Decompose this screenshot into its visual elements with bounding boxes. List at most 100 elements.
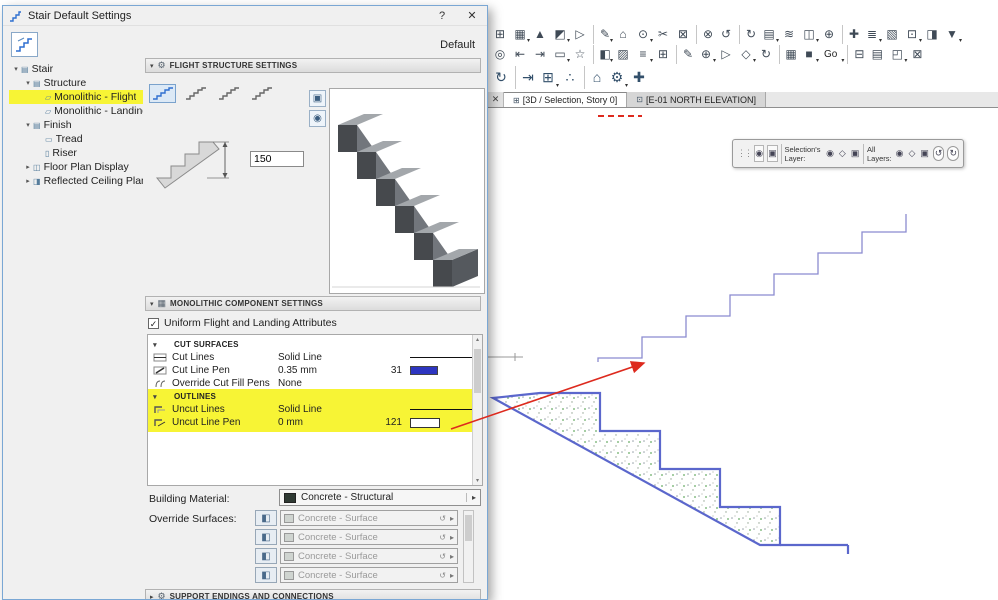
tree-item[interactable]: ▸ ◫ Floor Plan Display — [9, 160, 143, 174]
surface-face-icon[interactable]: ◧ — [255, 510, 277, 526]
surface-dropdown[interactable]: Concrete - Surface ↺ ▸ — [280, 529, 458, 545]
toolbar-icon[interactable]: ▤▾ — [759, 25, 779, 44]
tree-expand-icon[interactable]: ▾ — [11, 65, 21, 73]
tree-expand-icon[interactable]: ▸ — [23, 177, 33, 185]
uncut-lines-row[interactable]: Uncut Lines Solid Line — [148, 403, 482, 416]
stair-3d-preview[interactable] — [329, 88, 485, 294]
surface-face-icon[interactable]: ◧ — [255, 548, 277, 564]
toolbar-icon[interactable]: ◨▾ — [922, 25, 942, 44]
tree-expand-icon[interactable]: ▾ — [23, 121, 33, 129]
toolbar-icon[interactable]: ▭ ▾ — [550, 45, 570, 64]
stair-elevation-drawing[interactable] — [488, 108, 998, 600]
toolbar-icon[interactable]: ≋▾ — [779, 25, 799, 44]
tree-expand-icon[interactable]: ▾ — [23, 79, 33, 87]
monolithic-section-header[interactable]: ▾ ▦ MONOLITHIC COMPONENT SETTINGS — [145, 296, 481, 311]
toolbar-icon[interactable]: ✎▾ — [676, 44, 696, 64]
eye-icon[interactable]: ◉ — [826, 148, 834, 159]
structure-type-button[interactable] — [248, 84, 275, 103]
structure-type-button[interactable] — [182, 84, 209, 103]
support-endings-section-header[interactable]: ▸ ⚙ SUPPORT ENDINGS AND CONNECTIONS — [145, 589, 481, 599]
tree-item[interactable]: ▱ Monolithic - Landing — [9, 104, 143, 118]
pen-color-swatch[interactable] — [410, 417, 440, 428]
cut-line-pen-row[interactable]: Cut Line Pen 0.35 mm 31 — [148, 364, 472, 377]
uncut-line-pen-row[interactable]: Uncut Line Pen 0 mm 121 — [148, 416, 472, 429]
tree-item[interactable]: ▸ ◨ Reflected Ceiling Plan — [9, 174, 143, 188]
reset-icon[interactable]: ↺ — [439, 533, 446, 542]
scroll-thumb[interactable] — [474, 349, 481, 393]
display-mode-icon[interactable]: ▣ — [309, 90, 326, 107]
tree-item[interactable]: ▾ ▤ Finish — [9, 118, 143, 132]
tree-item[interactable]: ▯ Riser — [9, 146, 143, 160]
tree-expand-icon[interactable]: ▸ — [23, 163, 33, 171]
toolbar-icon[interactable]: ▦▾ — [510, 25, 530, 44]
override-cut-fill-pens-row[interactable]: Override Cut Fill Pens None — [148, 377, 472, 390]
toolbar-icon[interactable]: ✂▾ — [653, 25, 673, 44]
list-scrollbar[interactable]: ▴ ▾ — [472, 335, 482, 485]
toolbar-icon[interactable]: ⊟▾ — [847, 44, 867, 64]
toolbar-icon[interactable]: ▤▾ — [867, 45, 887, 64]
fill-icon[interactable]: ◇ — [839, 148, 846, 159]
toolbar-icon[interactable]: ⊠▾ — [673, 25, 693, 44]
toolbar-icon[interactable]: ⌂▾ — [613, 25, 633, 44]
toolbar-icon[interactable]: ⊞▾ — [490, 25, 510, 44]
toolbar-icon[interactable]: ⊡ ▾ — [902, 25, 922, 44]
scroll-up-icon[interactable]: ▴ — [473, 336, 482, 343]
dialog-titlebar[interactable]: Stair Default Settings ? ✕ — [3, 6, 487, 26]
toolbar-icon[interactable]: ◰ ▾ — [887, 45, 908, 64]
toolbar-icon[interactable]: ↻▾ — [756, 45, 776, 64]
toolbar-icon[interactable]: ▨▾ — [613, 45, 633, 64]
structure-type-button[interactable] — [149, 84, 176, 103]
toolbar-icon[interactable]: ▷▾ — [570, 25, 590, 44]
orbit-3d-icon[interactable]: ◉ — [309, 110, 326, 127]
toolbar-icon[interactable]: Go ▾ — [819, 45, 844, 64]
toolbar-icon[interactable]: ☆▾ — [570, 45, 590, 64]
riser-height-input[interactable] — [250, 151, 304, 167]
toolbar-icon[interactable]: ▼ ▾ — [942, 25, 962, 44]
toolbar-icon[interactable]: ■ ▾ — [799, 45, 819, 64]
flight-structure-section-header[interactable]: ▾ ⚙ FLIGHT STRUCTURE SETTINGS — [145, 58, 481, 73]
panel-grip-handle[interactable]: ⋮⋮ — [737, 148, 753, 159]
building-material-dropdown[interactable]: Concrete - Structural ▸ — [279, 489, 481, 506]
toolbar-icon[interactable]: ◫ ▾ — [799, 25, 819, 44]
fill-icon[interactable]: ◇ — [908, 148, 915, 159]
toolbar-icon[interactable]: ↺▾ — [716, 25, 736, 44]
surface-dropdown[interactable]: Concrete - Surface ↺ ▸ — [280, 510, 458, 526]
toolbar-icon[interactable]: ✚▾ — [842, 24, 862, 44]
cut-surfaces-header[interactable]: ▾ CUT SURFACES — [148, 338, 472, 351]
toolbar-icon[interactable]: ⇥▾ — [530, 45, 550, 64]
structure-type-button[interactable] — [215, 84, 242, 103]
show-layer-button[interactable]: ◉ — [754, 145, 765, 162]
outlines-header[interactable]: ▾ OUTLINES — [148, 390, 472, 403]
close-button[interactable]: ✕ — [457, 6, 487, 26]
toolbar-icon[interactable]: ↻▾ — [490, 66, 512, 89]
toolbar-icon[interactable]: ⚙ ▾ — [606, 66, 628, 89]
view-tab[interactable]: ⊡ [E-01 NORTH ELEVATION] — [627, 92, 766, 107]
toolbar-icon[interactable]: ≣ ▾ — [862, 25, 882, 44]
toolbar-icon[interactable]: ▦▾ — [779, 44, 799, 64]
reset-icon[interactable]: ↺ — [439, 552, 446, 561]
toolbar-icon[interactable]: ⇥▾ — [515, 65, 537, 89]
toolbar-icon[interactable]: ⊞▾ — [653, 45, 673, 64]
toolbar-icon[interactable]: ∴▾ — [559, 66, 581, 89]
toolbar-icon[interactable]: ↻▾ — [739, 24, 759, 44]
toolbar-icon[interactable]: ⇤▾ — [510, 45, 530, 64]
lock-icon[interactable]: ▣ — [851, 148, 860, 159]
surface-face-icon[interactable]: ◧ — [255, 567, 277, 583]
toolbar-icon[interactable]: ◧ ▾ — [593, 44, 613, 64]
tree-item[interactable]: ▭ Tread — [9, 132, 143, 146]
tree-item[interactable]: ▾ ▤ Structure — [9, 76, 143, 90]
uniform-checkbox[interactable]: ✓ — [148, 317, 159, 329]
toolbar-icon[interactable]: ▲▾ — [530, 25, 550, 44]
toolbar-icon[interactable]: ▷▾ — [716, 45, 736, 64]
toolbar-icon[interactable]: ✎▾ — [593, 24, 613, 44]
tree-item[interactable]: ▱ Monolithic - Flight — [9, 90, 143, 104]
tab-close-icon[interactable]: ✕ — [488, 92, 504, 107]
toolbar-icon[interactable]: ⊗▾ — [696, 24, 716, 44]
reset-icon[interactable]: ↺ — [439, 571, 446, 580]
view-tab[interactable]: ⊞ [3D / Selection, Story 0] — [504, 92, 628, 107]
toolbar-icon[interactable]: ⌂▾ — [584, 65, 606, 89]
toolbar-icon[interactable]: ⊞▾ — [537, 66, 559, 89]
tree-item[interactable]: ▾ ▤ Stair — [9, 62, 143, 76]
toolbar-icon[interactable]: ✚▾ — [628, 66, 650, 89]
toolbar-icon[interactable]: ⊕▾ — [819, 25, 839, 44]
